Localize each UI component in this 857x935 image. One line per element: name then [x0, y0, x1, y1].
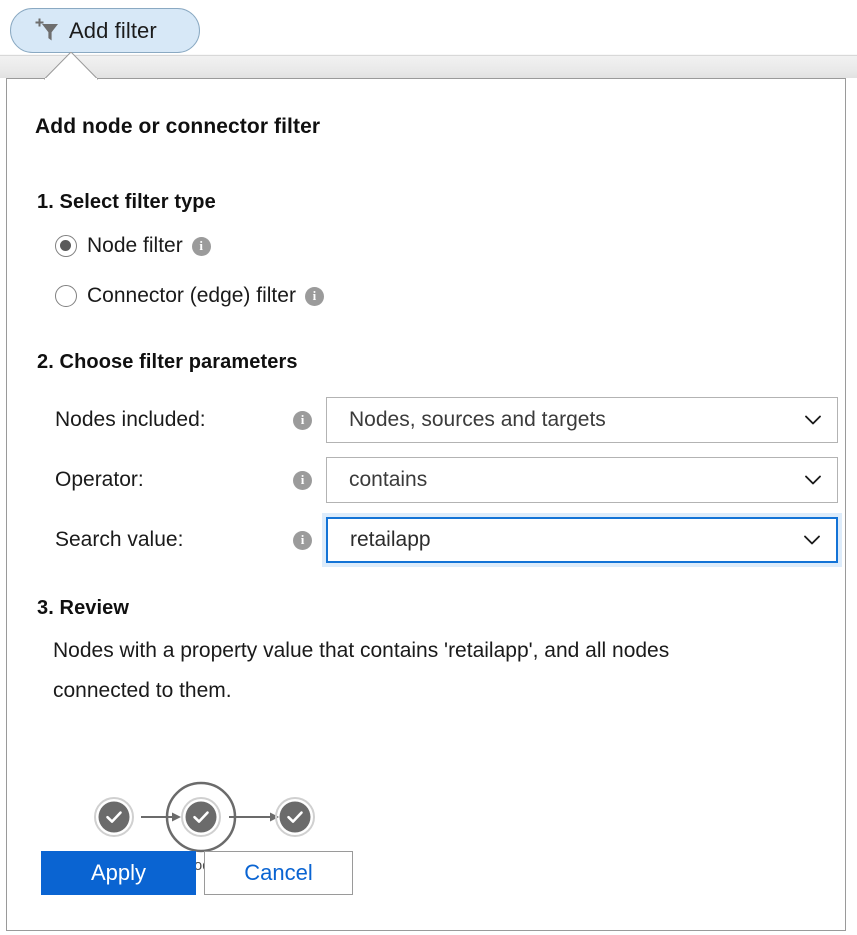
info-icon-operator[interactable]: i	[293, 471, 312, 490]
dropdown-nodes-included[interactable]: Nodes, sources and targets	[326, 397, 838, 443]
info-icon-nodes-included[interactable]: i	[293, 411, 312, 430]
apply-button[interactable]: Apply	[41, 851, 196, 895]
chevron-down-icon	[805, 415, 821, 425]
label-operator: Operator:	[55, 468, 293, 492]
radio-node-filter[interactable]: Node filter i	[55, 231, 211, 261]
dropdown-operator-value: contains	[349, 468, 427, 492]
label-nodes-included: Nodes included:	[55, 408, 293, 432]
chevron-down-icon	[804, 535, 820, 545]
chevron-down-icon	[805, 475, 821, 485]
dropdown-nodes-included-value: Nodes, sources and targets	[349, 408, 606, 432]
dialog-title: Add node or connector filter	[35, 115, 320, 139]
add-filter-button[interactable]: Add filter	[10, 8, 200, 53]
callout-tail	[44, 52, 98, 80]
info-glyph: i	[301, 413, 305, 426]
info-glyph: i	[199, 239, 203, 252]
step-3-heading: 3. Review	[37, 597, 129, 620]
add-filter-label: Add filter	[69, 18, 157, 44]
radio-connector-filter[interactable]: Connector (edge) filter i	[55, 281, 324, 311]
step-1-heading: 1. Select filter type	[37, 191, 216, 214]
radio-node-filter-mark[interactable]	[55, 235, 77, 257]
review-summary-text: Nodes with a property value that contain…	[53, 631, 733, 711]
param-row-nodes-included: Nodes included: i Nodes, sources and tar…	[55, 397, 825, 443]
dropdown-search-value[interactable]: retailapp	[326, 517, 838, 563]
page-divider-rule	[0, 55, 857, 56]
param-row-search-value: Search value: i retailapp	[55, 517, 825, 563]
filter-scope-diagram-graphic	[67, 779, 332, 855]
step-2-heading: 2. Choose filter parameters	[37, 351, 298, 374]
add-filter-dialog: Add node or connector filter 1. Select f…	[6, 78, 846, 931]
info-glyph: i	[313, 289, 317, 302]
info-icon-connector-filter[interactable]: i	[305, 287, 324, 306]
radio-connector-filter-label: Connector (edge) filter	[87, 284, 296, 308]
dropdown-search-value-value: retailapp	[350, 528, 431, 552]
info-glyph: i	[301, 473, 305, 486]
radio-node-filter-label: Node filter	[87, 234, 183, 258]
radio-connector-filter-mark[interactable]	[55, 285, 77, 307]
cancel-button[interactable]: Cancel	[204, 851, 353, 895]
dropdown-operator[interactable]: contains	[326, 457, 838, 503]
add-filter-funnel-icon	[33, 16, 63, 46]
info-icon-search-value[interactable]: i	[293, 531, 312, 550]
info-glyph: i	[301, 533, 305, 546]
label-search-value: Search value:	[55, 528, 293, 552]
info-icon-node-filter[interactable]: i	[192, 237, 211, 256]
param-row-operator: Operator: i contains	[55, 457, 825, 503]
